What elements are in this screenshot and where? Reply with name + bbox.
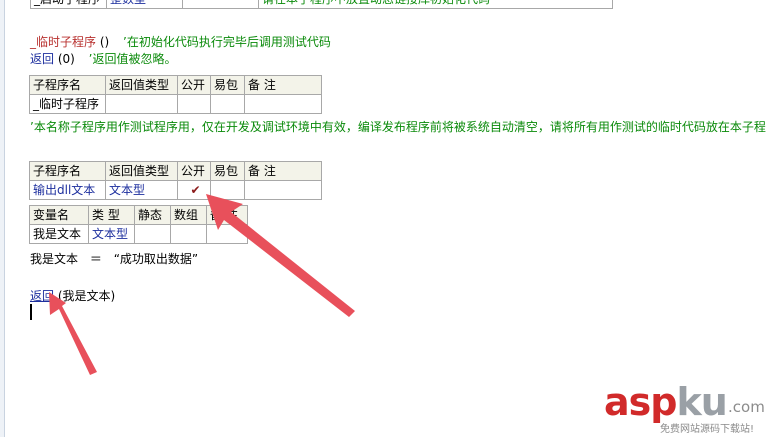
startup-spacer (182, 0, 259, 9)
arrow-to-return-keyword-icon (49, 292, 97, 375)
startup-routine-name[interactable]: _启动子程序 (30, 0, 107, 9)
assign-value: “成功取出数据” (113, 252, 199, 266)
col-remark: 备 注 (206, 205, 248, 225)
cell-routine-name[interactable]: 输出dll文本 (29, 180, 106, 200)
table-row: 输出dll文本 文本型 ✔ (29, 180, 322, 200)
temp-routine-table: 子程序名 返回值类型 公开 易包 备 注 _临时子程序 (29, 75, 322, 114)
cell-public[interactable] (177, 94, 211, 114)
return-keyword: 返回 (30, 52, 55, 66)
cell-variable-name[interactable]: 我是文本 (29, 224, 89, 244)
return-zero-args: (0) (57, 52, 75, 66)
col-epackage: 易包 (210, 75, 245, 95)
col-type: 类 型 (88, 205, 135, 225)
table-header-row: 变量名 类 型 静态 数组 备 注 (29, 205, 248, 225)
table-row: _临时子程序 (29, 94, 322, 114)
editor-gutter (0, 0, 5, 437)
startup-routine-note[interactable]: 请在本子程序中放置动态链接库初始化代码 (258, 0, 613, 9)
cell-return-type[interactable] (105, 94, 178, 114)
col-public: 公开 (177, 75, 211, 95)
temp-routine-call-comment: ’在初始化代码执行完毕后调用测试代码 (123, 35, 331, 49)
assign-operator: ＝ (89, 252, 102, 266)
text-cursor (30, 304, 32, 320)
col-variable-name: 变量名 (29, 205, 89, 225)
table-header-row: 子程序名 返回值类型 公开 易包 备 注 (29, 161, 322, 181)
temp-routine-note[interactable]: ’本名称子程序用作测试程序用，仅在开发及调试环境中有效，编译发布程序前将被系统自… (30, 118, 766, 135)
col-routine-name: 子程序名 (29, 75, 106, 95)
return-keyword: 返回 (30, 289, 55, 303)
cell-static[interactable] (134, 224, 171, 244)
cell-type[interactable]: 文本型 (88, 224, 135, 244)
col-remark: 备 注 (244, 75, 322, 95)
cell-return-type[interactable]: 文本型 (105, 180, 178, 200)
col-epackage: 易包 (210, 161, 245, 181)
logo-asp: asp (604, 380, 677, 424)
startup-routine-table: _启动子程序 整数型 请在本子程序中放置动态链接库初始化代码 (30, 0, 613, 9)
return-zero-line[interactable]: 返回 (0) ’返回值被忽略。 (30, 50, 177, 67)
cell-epackage[interactable] (210, 94, 245, 114)
col-public: 公开 (177, 161, 211, 181)
return-text-line[interactable]: 返回 (我是文本) (30, 287, 115, 304)
public-check-icon[interactable]: ✔ (177, 180, 211, 200)
logo-ku: ku (676, 380, 727, 424)
cell-remark[interactable] (206, 224, 248, 244)
temp-routine-call-params: () (99, 35, 110, 49)
col-routine-name: 子程序名 (29, 161, 106, 181)
temp-routine-call-line[interactable]: _临时子程序 () ’在初始化代码执行完毕后调用测试代码 (30, 33, 331, 50)
assign-variable: 我是文本 (30, 252, 79, 266)
assignment-line[interactable]: 我是文本 ＝ “成功取出数据” (30, 250, 198, 267)
col-return-type: 返回值类型 (105, 75, 178, 95)
local-variable-table: 变量名 类 型 静态 数组 备 注 我是文本 文本型 (29, 205, 248, 244)
col-return-type: 返回值类型 (105, 161, 178, 181)
table-header-row: 子程序名 返回值类型 公开 易包 备 注 (29, 75, 322, 95)
dll-routine-table: 子程序名 返回值类型 公开 易包 备 注 输出dll文本 文本型 ✔ (29, 161, 322, 200)
cell-remark[interactable] (244, 180, 322, 200)
cell-array[interactable] (170, 224, 207, 244)
startup-routine-type[interactable]: 整数型 (106, 0, 183, 9)
aspku-logo: aspku .com 免费网站源码下载站! (604, 380, 774, 437)
temp-routine-call-name: _临时子程序 (30, 35, 97, 49)
cell-epackage[interactable] (210, 180, 245, 200)
logo-domain: .com (728, 398, 765, 416)
return-zero-comment: ’返回值被忽略。 (88, 52, 177, 66)
cell-remark[interactable] (244, 94, 322, 114)
col-remark: 备 注 (244, 161, 322, 181)
table-row: 我是文本 文本型 (29, 224, 248, 244)
return-args: (我是文本) (57, 289, 116, 303)
col-static: 静态 (134, 205, 171, 225)
col-array: 数组 (170, 205, 207, 225)
cell-routine-name[interactable]: _临时子程序 (29, 94, 106, 114)
logo-tagline: 免费网站源码下载站! (660, 424, 755, 435)
